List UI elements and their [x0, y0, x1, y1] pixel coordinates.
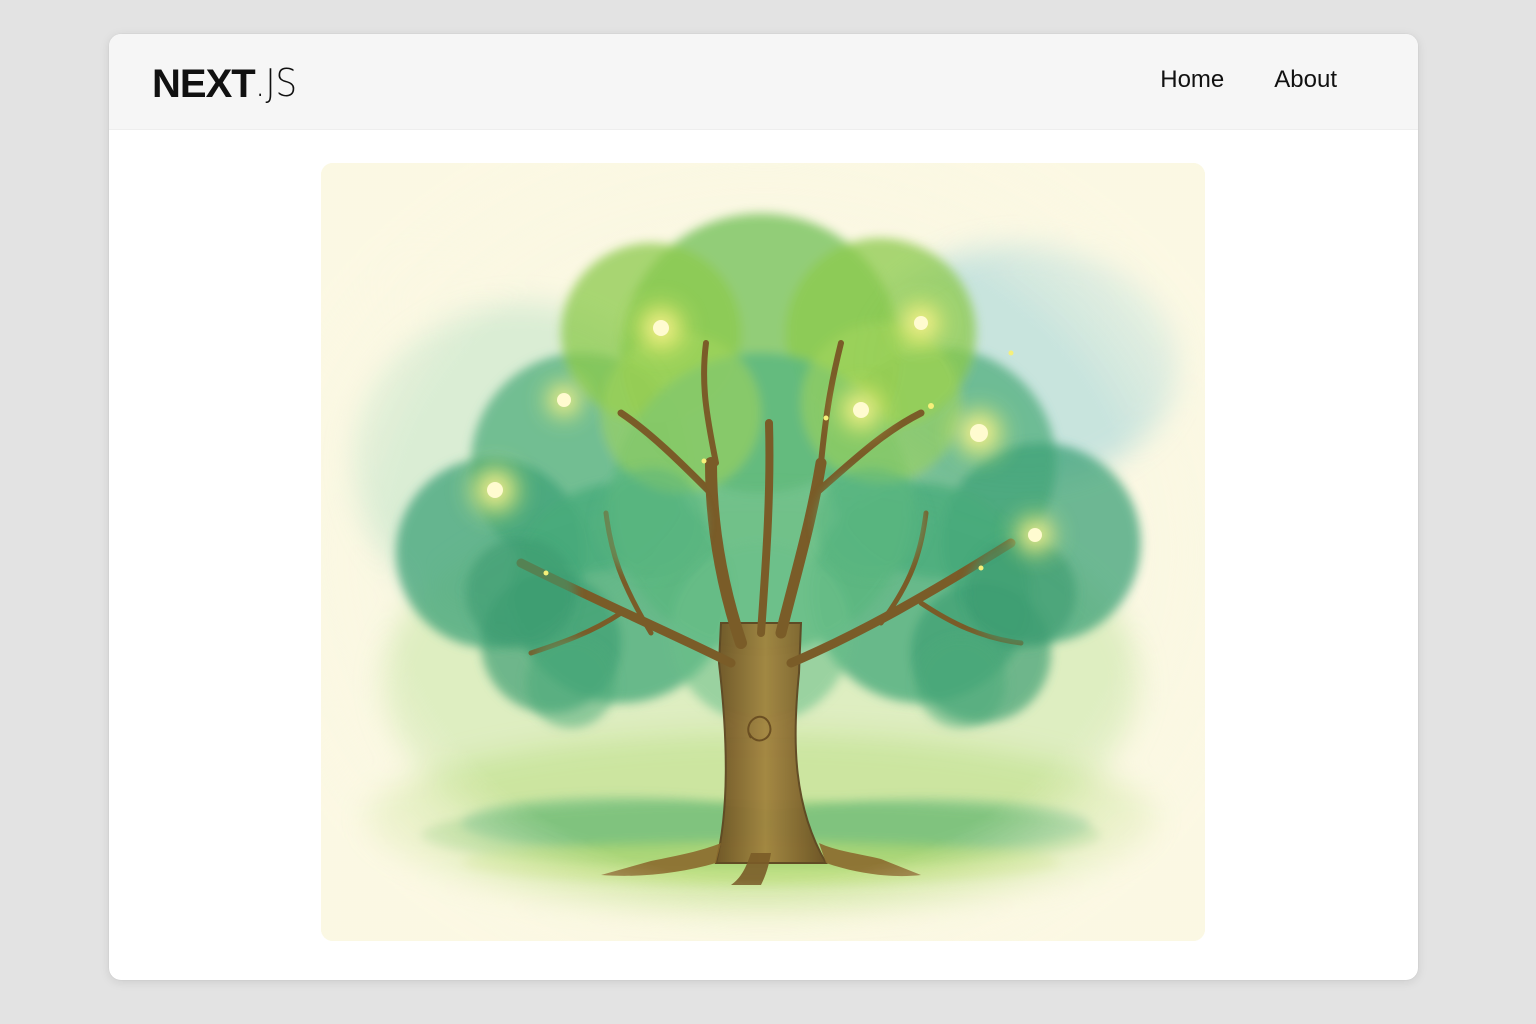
nav-link-about[interactable]: About: [1274, 66, 1337, 94]
nav-links: Home About: [1160, 66, 1337, 94]
hero-image: [321, 163, 1205, 941]
logo-bold-text: NEXT: [152, 62, 256, 106]
nav-link-home[interactable]: Home: [1160, 66, 1224, 94]
navbar: NEXT .JS Home About: [109, 34, 1418, 130]
nextjs-logo[interactable]: NEXT .JS: [152, 61, 298, 106]
logo-thin-text: .JS: [254, 61, 298, 106]
browser-window: NEXT .JS Home About: [109, 34, 1418, 980]
tree-illustration: [321, 163, 1205, 941]
